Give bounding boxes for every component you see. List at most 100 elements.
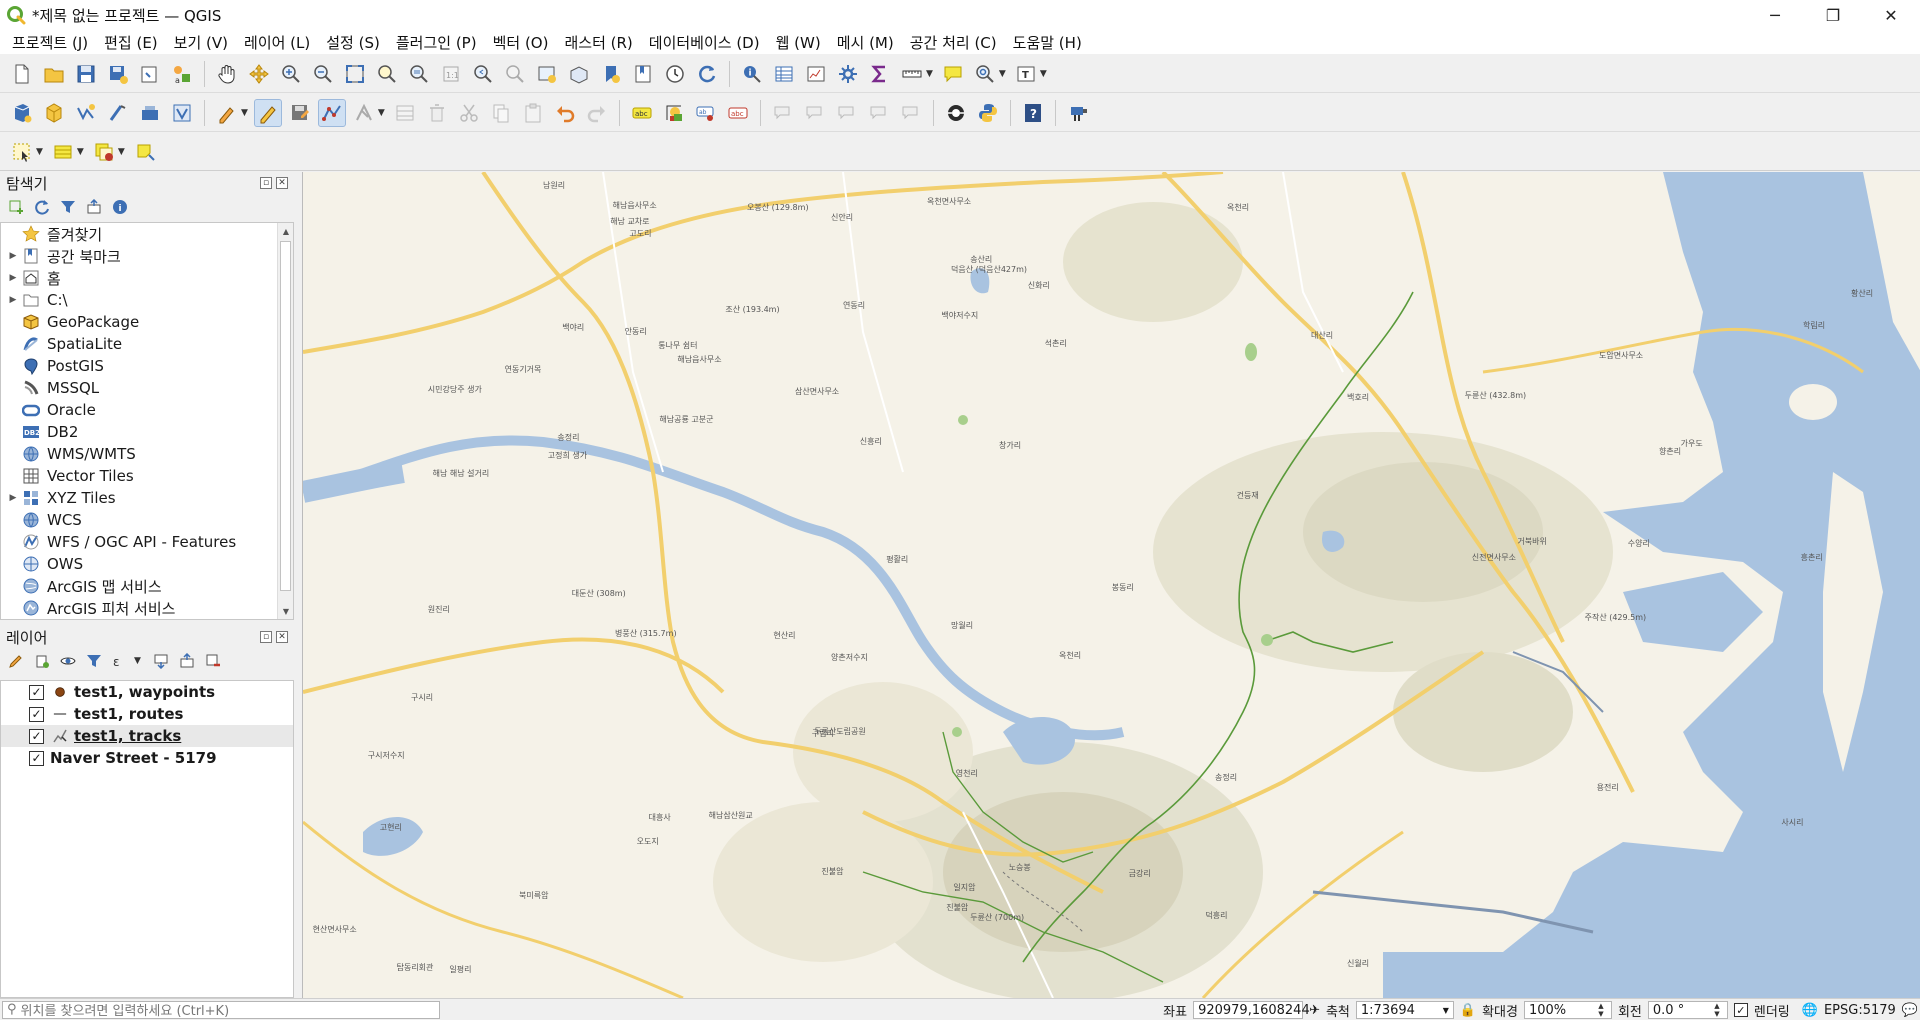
map-tips-button[interactable] (939, 60, 967, 88)
expand-arrow-icon[interactable]: ▶ (5, 295, 21, 305)
expression-dropdown-icon[interactable]: ▼ (77, 147, 84, 157)
layer-diagram-button[interactable] (660, 99, 688, 127)
browser-item[interactable]: ArcGIS 맵 서비스 (1, 575, 293, 597)
browser-item[interactable]: PostGIS (1, 355, 293, 377)
annotation-dropdown-icon[interactable]: ▼ (1040, 69, 1047, 79)
spin-arrows-icon[interactable]: ▲ ▼ (1595, 1002, 1607, 1018)
refresh-button[interactable] (693, 60, 721, 88)
layer-visibility-checkbox[interactable]: ✓ (29, 750, 44, 766)
remove-layer-button[interactable] (203, 651, 223, 671)
delete-selected-button[interactable] (423, 99, 451, 127)
cut-features-button[interactable] (455, 99, 483, 127)
select-dropdown-icon[interactable]: ▼ (36, 147, 43, 157)
identify-features-button[interactable]: i (738, 60, 766, 88)
layer-item[interactable]: ✓ Naver Street - 5179 (1, 747, 293, 769)
menu-processing[interactable]: 공간 처리 (C) (902, 32, 1005, 53)
edits-dropdown-icon[interactable]: ▼ (241, 108, 248, 118)
new-project-button[interactable] (8, 60, 36, 88)
current-edits-button[interactable] (213, 99, 241, 127)
zoom-in-button[interactable] (277, 60, 305, 88)
label-toolbar-button[interactable]: abc (628, 99, 656, 127)
new-spatialite-layer-button[interactable] (136, 99, 164, 127)
browser-item[interactable]: MSSQL (1, 377, 293, 399)
browser-item[interactable]: ArcGIS 피처 서비스 (1, 597, 293, 619)
show-bookmarks-button[interactable] (629, 60, 657, 88)
layer-styling-button[interactable] (6, 651, 26, 671)
text-annotation-button[interactable]: T (1012, 60, 1040, 88)
collapse-all-layers-button[interactable] (177, 651, 197, 671)
browser-item[interactable]: Oracle (1, 399, 293, 421)
scroll-down-button[interactable]: ▼ (278, 603, 293, 619)
expand-arrow-icon[interactable]: ▶ (5, 273, 21, 283)
save-as-button[interactable] (104, 60, 132, 88)
menu-settings[interactable]: 설정 (S) (318, 32, 388, 53)
new-shapefile-layer-button[interactable] (72, 99, 100, 127)
layer-item[interactable]: ✓ test1, waypoints (1, 681, 293, 703)
pin-labels-button[interactable] (769, 99, 797, 127)
save-project-button[interactable] (72, 60, 100, 88)
close-panel-button[interactable]: ✕ (276, 177, 288, 189)
zoom-full-button[interactable] (341, 60, 369, 88)
move-label-button[interactable] (833, 99, 861, 127)
maximize-button[interactable]: ❐ (1804, 0, 1862, 30)
menu-view[interactable]: 보기 (V) (166, 32, 236, 53)
render-checkbox[interactable]: ✓ (1733, 1003, 1748, 1017)
refresh-browser-button[interactable] (32, 197, 52, 217)
new-virtual-layer-button[interactable] (168, 99, 196, 127)
change-label-button[interactable] (897, 99, 925, 127)
gps-tracker-button[interactable] (942, 99, 970, 127)
browser-item[interactable]: OWS (1, 553, 293, 575)
layer-visibility-checkbox[interactable]: ✓ (29, 706, 44, 722)
zoom-selection-button[interactable] (373, 60, 401, 88)
plugin-manager-button[interactable] (1064, 99, 1092, 127)
spatial-query-dropdown-icon[interactable]: ▼ (999, 69, 1006, 79)
globe-icon[interactable]: 🌐 (1802, 1003, 1818, 1018)
menu-plugins[interactable]: 플러그인 (P) (388, 32, 485, 53)
vertex-tool-button[interactable] (350, 99, 378, 127)
select-by-location-tool-button[interactable] (131, 138, 159, 166)
statistics-panel-button[interactable] (802, 60, 830, 88)
new-bookmark-button[interactable] (597, 60, 625, 88)
digitize-with-segment-button[interactable] (317, 98, 346, 127)
menu-database[interactable]: 데이터베이스 (D) (641, 32, 768, 53)
float-panel-button[interactable]: ▫ (260, 177, 272, 189)
close-button[interactable]: ✕ (1862, 0, 1920, 30)
pan-to-selection-button[interactable] (245, 60, 273, 88)
attribute-table-button[interactable] (770, 60, 798, 88)
redo-button[interactable] (583, 99, 611, 127)
browser-item[interactable]: ▶ 공간 북마크 (1, 245, 293, 267)
statistical-summary-button[interactable] (866, 60, 894, 88)
spin-arrows-icon[interactable]: ▲ ▼ (1711, 1002, 1723, 1018)
menu-edit[interactable]: 편집 (E) (96, 32, 166, 53)
layer-item[interactable]: ✓ test1, routes (1, 703, 293, 725)
select-by-expression-button[interactable] (49, 138, 77, 166)
show-labels-button[interactable] (801, 99, 829, 127)
deselect-all-button[interactable] (90, 138, 118, 166)
vertex-dropdown-icon[interactable]: ▼ (378, 108, 385, 118)
zoom-out-button[interactable] (309, 60, 337, 88)
manage-map-themes-button[interactable] (58, 651, 78, 671)
copy-features-button[interactable] (487, 99, 515, 127)
scroll-up-button[interactable]: ▲ (278, 223, 293, 239)
new-geopackage-layer-button[interactable] (40, 99, 68, 127)
filter-expression-button[interactable]: ε (110, 651, 130, 671)
layer-visibility-checkbox[interactable]: ✓ (29, 684, 44, 700)
menu-layer[interactable]: 레이어 (L) (236, 32, 318, 53)
browser-item[interactable]: 즐겨찾기 (1, 223, 293, 245)
highlight-pinned-labels-button[interactable]: ab (692, 99, 720, 127)
measure-line-button[interactable] (898, 60, 926, 88)
close-panel-button[interactable]: ✕ (276, 631, 288, 643)
measure-dropdown-icon[interactable]: ▼ (926, 69, 933, 79)
browser-item[interactable]: ▶ 홈 (1, 267, 293, 289)
magnifier-spinbox[interactable]: 100% ▲ ▼ (1523, 1001, 1612, 1019)
toggle-editing-button[interactable] (253, 98, 282, 127)
collapse-all-button[interactable] (84, 197, 104, 217)
deselect-dropdown-icon[interactable]: ▼ (118, 147, 125, 157)
float-panel-button[interactable]: ▫ (260, 631, 272, 643)
locator-search[interactable]: ⚲ 위치를 찾으려면 입력하세요 (Ctrl+K) (2, 1000, 440, 1019)
coordinate-field[interactable]: 920979,1608244 (1193, 1001, 1310, 1019)
menu-mesh[interactable]: 메시 (M) (829, 32, 902, 53)
zoom-layer-button[interactable] (405, 60, 433, 88)
undo-button[interactable] (551, 99, 579, 127)
menu-vector[interactable]: 벡터 (O) (485, 32, 557, 53)
